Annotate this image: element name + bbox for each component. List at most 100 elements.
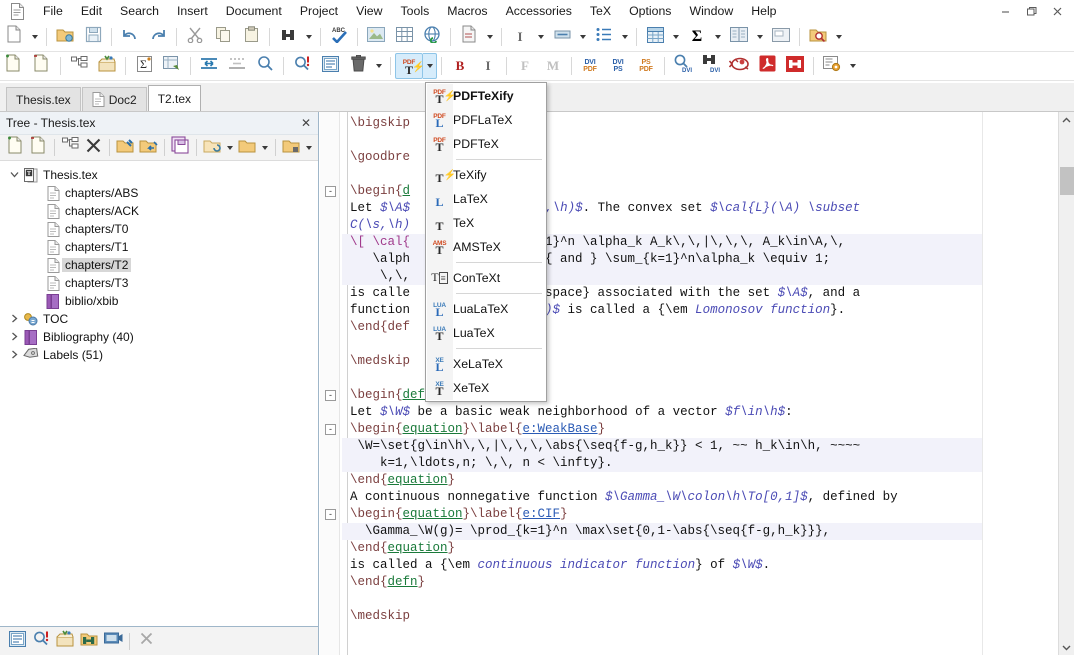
font-m-button[interactable]: M [539, 53, 567, 79]
tree-node[interactable]: TOC [0, 310, 318, 328]
italic-style-button[interactable]: I [506, 24, 534, 50]
undo-button[interactable] [116, 24, 144, 50]
scroll-up-arrow-icon[interactable] [1059, 112, 1074, 128]
show-log-button[interactable] [316, 53, 344, 79]
editor-line[interactable]: \Gamma_\W(g)= \prod_{k=1}^n \max\set{0,1… [342, 523, 1022, 540]
save-file-button[interactable] [79, 24, 107, 50]
acrobat-reader-button[interactable] [753, 53, 781, 79]
dvi-search-button[interactable]: DVI [697, 53, 725, 79]
tree-node[interactable]: chapters/T1 [0, 238, 318, 256]
tree-exclude-file-button[interactable] [137, 137, 160, 159]
dropdown-item-pdftex[interactable]: PDFTPDFTeX [426, 132, 546, 156]
insert-box-button[interactable] [767, 24, 795, 50]
pdftexify-dropdown-menu[interactable]: PDFT⚡PDFTeXifyPDFLPDFLaTeXPDFTPDFTeX T⚡T… [425, 82, 547, 402]
copy-button[interactable] [209, 24, 237, 50]
status-log-button[interactable] [5, 630, 29, 652]
tree-node[interactable]: chapters/T2 [0, 256, 318, 274]
menu-item-file[interactable]: File [34, 1, 72, 21]
tree-new-file-button[interactable] [4, 137, 27, 159]
editor-line[interactable]: A continuous nonnegative function $\Gamm… [342, 489, 1022, 506]
new-project-file-button[interactable] [0, 53, 28, 79]
menu-item-macros[interactable]: Macros [438, 1, 496, 21]
dropdown-item-luatex[interactable]: LUATLuaTeX [426, 321, 546, 345]
close-button[interactable] [1044, 2, 1070, 22]
dropdown-item-latex[interactable]: LLaTeX [426, 187, 546, 211]
make-bibliography-button[interactable] [158, 53, 186, 79]
pdf-search-button[interactable] [781, 53, 809, 79]
document-tab[interactable]: Doc2 [82, 87, 147, 111]
font-f-button[interactable]: F [511, 53, 539, 79]
editor-line[interactable]: -\begin{equation}\label{e:CIF} [342, 506, 1022, 523]
tree-folder-settings-button[interactable] [280, 137, 303, 159]
cut-button[interactable] [181, 24, 209, 50]
tree-node[interactable]: TThesis.tex [0, 166, 318, 184]
menu-item-help[interactable]: Help [742, 1, 785, 21]
editor-line[interactable]: is called a {\em continuous indicator fu… [342, 557, 1022, 574]
project-build-button[interactable] [93, 53, 121, 79]
configure-button[interactable] [818, 53, 846, 79]
italic-button[interactable]: I [474, 53, 502, 79]
insert-hyperlink-button[interactable] [418, 24, 446, 50]
fold-toggle-icon[interactable]: - [325, 509, 336, 520]
tree-include-file-button[interactable] [114, 137, 137, 159]
configure-dropdown-chevron-down-icon[interactable] [846, 53, 860, 79]
dvi-preview-button[interactable]: DVI [669, 53, 697, 79]
dropdown-item-pdftexify[interactable]: PDFT⚡PDFTeXify [426, 84, 546, 108]
tree-node[interactable]: chapters/ABS [0, 184, 318, 202]
scrollbar-thumb[interactable] [1060, 167, 1074, 195]
ps-to-pdf-button[interactable]: PSPDF [632, 53, 660, 79]
editor-line[interactable]: Let $\W$ be a basic weak neighborhood of… [342, 404, 1022, 421]
redo-button[interactable] [144, 24, 172, 50]
tree-node[interactable]: chapters/T3 [0, 274, 318, 292]
new-file-button[interactable] [0, 24, 28, 50]
tree-node[interactable]: chapters/ACK [0, 202, 318, 220]
dvi-to-ps-button[interactable]: DVIPS [604, 53, 632, 79]
editor-vertical-scrollbar[interactable] [1058, 112, 1074, 655]
fold-toggle-icon[interactable]: - [325, 186, 336, 197]
spell-check-button[interactable]: ABC [325, 24, 353, 50]
tree-open-folder-button[interactable] [201, 137, 224, 159]
editor-line[interactable]: \end{equation} [342, 540, 1022, 557]
open-file-button[interactable] [51, 24, 79, 50]
status-console-button[interactable] [101, 630, 125, 652]
paragraph-align-dropdown-chevron-down-icon[interactable] [576, 24, 590, 50]
chevron-down-icon[interactable] [6, 170, 22, 181]
editor-line[interactable]: \end{defn} [342, 574, 1022, 591]
chevron-right-icon[interactable] [6, 350, 22, 361]
preview-document-dropdown-chevron-down-icon[interactable] [832, 24, 846, 50]
find-button[interactable] [274, 24, 302, 50]
dropdown-item-xelatex[interactable]: XELXeLaTeX [426, 352, 546, 376]
menu-item-document[interactable]: Document [217, 1, 291, 21]
editor-line[interactable] [342, 591, 1022, 608]
tree-panel-close-icon[interactable]: ✕ [301, 116, 311, 130]
menu-item-edit[interactable]: Edit [72, 1, 111, 21]
tree-structure-button[interactable] [59, 137, 82, 159]
restore-button[interactable] [1018, 2, 1044, 22]
status-close-button[interactable] [134, 630, 158, 652]
dropdown-item-pdflatex[interactable]: PDFLPDFLaTeX [426, 108, 546, 132]
tree-folder2-button[interactable] [236, 137, 259, 159]
chevron-right-icon[interactable] [6, 332, 22, 343]
tree-open-folder-dropdown-chevron-down-icon[interactable] [224, 137, 236, 159]
dropdown-item-tex[interactable]: TTeX [426, 211, 546, 235]
scroll-down-arrow-icon[interactable] [1059, 639, 1074, 655]
status-build-button[interactable] [53, 630, 77, 652]
tree-close-x-button[interactable] [82, 137, 105, 159]
search-error-button[interactable] [288, 53, 316, 79]
document-tab[interactable]: T2.tex [148, 85, 201, 111]
menu-item-window[interactable]: Window [680, 1, 742, 21]
menu-item-project[interactable]: Project [291, 1, 347, 21]
list-button[interactable] [590, 24, 618, 50]
paragraph-align-button[interactable] [548, 24, 576, 50]
italic-style-dropdown-chevron-down-icon[interactable] [534, 24, 548, 50]
dropdown-item-context[interactable]: T≡ConTeXt [426, 266, 546, 290]
math-sum-dropdown-chevron-down-icon[interactable] [711, 24, 725, 50]
minimize-button[interactable] [992, 2, 1018, 22]
pdftexify-dropdown-chevron-down-icon[interactable] [423, 53, 437, 79]
table-wizard-button[interactable] [641, 24, 669, 50]
menu-item-tex[interactable]: TeX [581, 1, 620, 21]
list-dropdown-chevron-down-icon[interactable] [618, 24, 632, 50]
search-forward-button[interactable] [251, 53, 279, 79]
document-tab[interactable]: Thesis.tex [6, 87, 81, 111]
ghostview-button[interactable] [725, 53, 753, 79]
